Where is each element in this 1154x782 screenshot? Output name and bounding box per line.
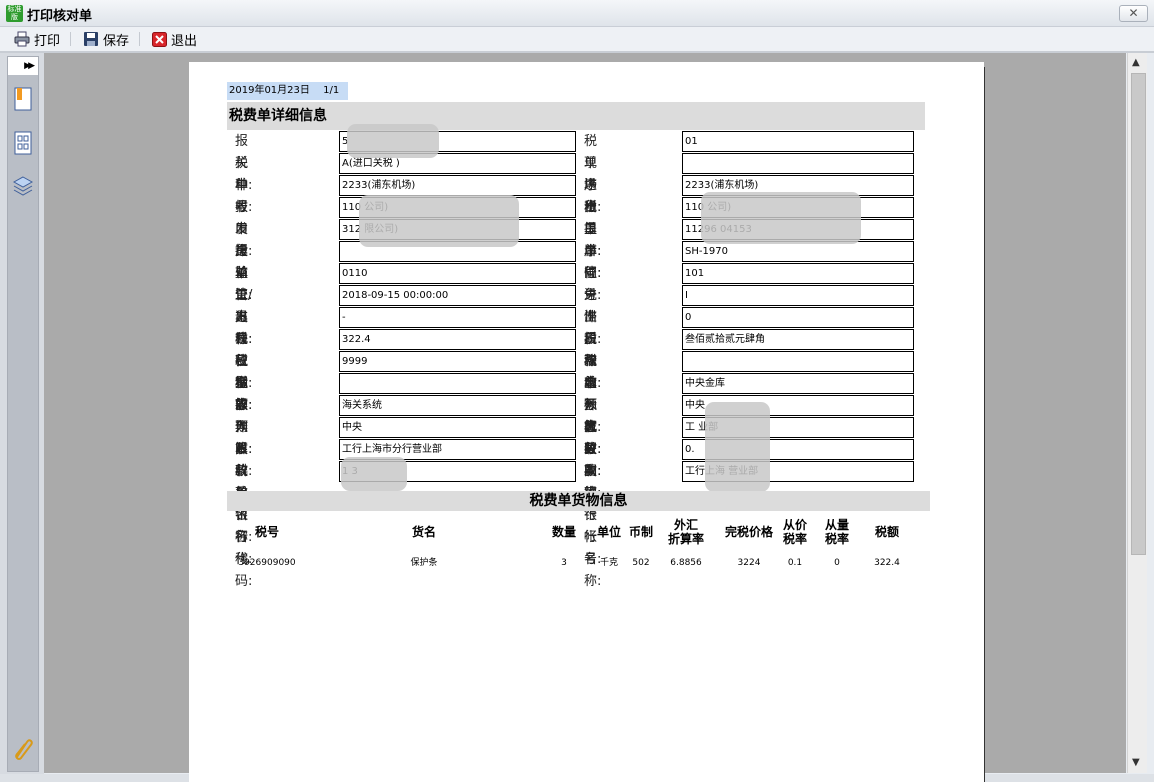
redaction-blur — [701, 192, 861, 244]
goods-cell: 3224 — [737, 558, 761, 568]
double-arrow-icon: ▶▶ — [24, 61, 35, 71]
sidebar-panel: ▶▶ — [7, 56, 39, 772]
goods-column-header: 从量 税率 — [824, 518, 849, 546]
save-button[interactable]: 保存 — [83, 30, 130, 49]
goods-column-header: 完税价格 — [724, 525, 773, 539]
goods-cell: 0.1 — [787, 558, 803, 568]
toolbar: 打印 保存 退出 — [0, 27, 1154, 53]
app-logo-icon: 标准版 — [6, 5, 23, 22]
goods-section-title: 税费单货物信息 — [227, 491, 930, 511]
goods-column-header: 货名 — [411, 525, 436, 539]
bookmark-page-icon[interactable] — [13, 87, 33, 111]
redaction-blur — [341, 457, 407, 491]
page-number: 1/1 — [323, 85, 340, 96]
goods-column-header: 税号 — [254, 525, 279, 539]
goods-column-header: 单位 — [596, 525, 621, 539]
goods-cell: 3 — [561, 558, 567, 568]
detail-section-title: 税费单详细信息 — [227, 102, 925, 130]
field-value: 中央金库 — [682, 373, 914, 394]
goods-column-header: 税额 — [874, 525, 899, 539]
field-value: 海关系统 — [339, 395, 576, 416]
floppy-disk-icon — [84, 32, 98, 46]
goods-column-header: 数量 — [551, 525, 576, 539]
toolbar-divider — [70, 32, 71, 46]
layers-icon[interactable] — [13, 175, 33, 197]
field-value: 2233(浦东机场) — [339, 175, 576, 196]
field-value: - — [339, 307, 576, 328]
field-value: 101 — [682, 263, 914, 284]
field-value: 0 — [682, 307, 914, 328]
date-stamp: 2019年01月23日 1/1 — [227, 82, 348, 100]
redaction-blur — [359, 195, 519, 247]
thumbnail-sidebar: ▶▶ — [0, 53, 44, 782]
print-label: 打印 — [34, 33, 61, 49]
report-page: 2019年01月23日 1/1 税费单详细信息 报关单号: 5 税单序号: 01 税种… — [189, 62, 984, 782]
report-date: 2019年01月23日 — [229, 85, 310, 96]
exit-x-icon — [152, 31, 167, 47]
redaction-blur — [347, 124, 439, 158]
print-button[interactable]: 打印 — [14, 30, 61, 49]
field-value: 322.4 — [339, 329, 576, 350]
scroll-up-icon[interactable]: ▲ — [1132, 57, 1140, 68]
field-value: 0110 — [339, 263, 576, 284]
field-value: I — [682, 285, 914, 306]
field-value — [339, 373, 576, 394]
save-label: 保存 — [103, 33, 130, 49]
goods-column-header: 币制 — [628, 525, 653, 539]
goods-cell: 0 — [834, 558, 840, 568]
scrollbar-thumb[interactable] — [1131, 73, 1146, 555]
scroll-down-icon[interactable]: ▼ — [1132, 757, 1140, 768]
window-title: 打印核对单 — [27, 9, 93, 24]
goods-cell: 3926909090 — [238, 558, 296, 568]
title-bar: 标准版 打印核对单 ✕ — [0, 0, 1154, 27]
goods-cell: 322.4 — [874, 558, 900, 568]
vertical-scrollbar[interactable]: ▲ ▼ — [1127, 53, 1147, 773]
goods-cell: 6.8856 — [670, 558, 702, 568]
printer-icon — [14, 31, 30, 47]
goods-column-header: 外汇 折算率 — [667, 518, 704, 546]
redaction-blur — [705, 402, 770, 492]
field-value — [682, 351, 914, 372]
page-thumbnails-icon[interactable] — [13, 131, 33, 155]
goods-cell: 千克 — [599, 558, 618, 568]
field-value: 01 — [682, 131, 914, 152]
close-button[interactable]: ✕ — [1119, 5, 1148, 22]
goods-cell: 保护条 — [410, 558, 438, 568]
exit-label: 退出 — [171, 33, 198, 49]
field-value — [682, 153, 914, 174]
goods-cell: 502 — [632, 558, 650, 568]
field-value: 叁佰贰拾贰元肆角 — [682, 329, 914, 350]
field-value: 9999 — [339, 351, 576, 372]
sidebar-expand-button[interactable]: ▶▶ — [8, 57, 38, 75]
field-value: SH-1970 — [682, 241, 914, 262]
paperclip-icon[interactable] — [13, 737, 33, 761]
toolbar-divider — [139, 32, 140, 46]
goods-column-header: 从价 税率 — [782, 518, 807, 546]
exit-button[interactable]: 退出 — [152, 30, 198, 49]
field-value: 2018-09-15 00:00:00 — [339, 285, 576, 306]
field-value: 中央 — [339, 417, 576, 438]
